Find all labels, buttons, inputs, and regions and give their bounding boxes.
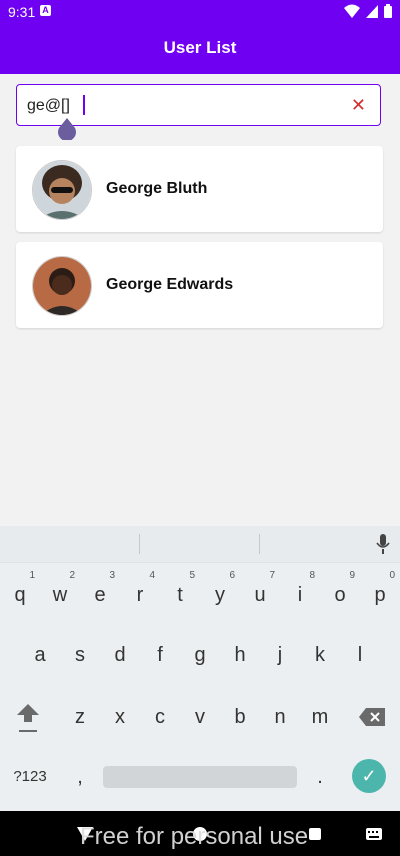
- key-h[interactable]: h: [220, 630, 260, 680]
- key-n[interactable]: n: [260, 692, 300, 742]
- key-m[interactable]: m: [300, 692, 340, 742]
- check-icon[interactable]: ✓: [352, 759, 386, 793]
- notification-icon: A: [40, 5, 51, 16]
- key-b[interactable]: b: [220, 692, 260, 742]
- avatar: [32, 160, 92, 220]
- status-bar: 9:31 A: [0, 0, 400, 24]
- user-name: George Bluth: [106, 180, 208, 197]
- caret-handle[interactable]: [57, 118, 77, 140]
- app-bar: User List: [0, 24, 400, 74]
- key-z[interactable]: z: [60, 692, 100, 742]
- soft-keyboard: q1 w2 e3 r4 t5 y6 u7 i8 o9 p0 a s d f g …: [0, 526, 400, 811]
- space-bar[interactable]: [103, 766, 297, 788]
- shift-icon: [17, 704, 39, 732]
- keyboard-switch-icon[interactable]: [366, 828, 382, 840]
- watermark: Free for personal use: [80, 823, 309, 850]
- recents-icon[interactable]: [308, 827, 322, 841]
- key-o[interactable]: o9: [320, 570, 360, 620]
- backspace-key[interactable]: [352, 692, 392, 742]
- navigation-bar: Free for personal use: [0, 811, 400, 856]
- user-name: George Edwards: [106, 276, 234, 293]
- suggestion-bar: [0, 526, 400, 563]
- key-c[interactable]: c: [140, 692, 180, 742]
- microphone-icon[interactable]: [376, 534, 390, 554]
- key-d[interactable]: d: [100, 630, 140, 680]
- divider: [259, 534, 260, 554]
- keyboard-row-3: z x c v b n m: [0, 692, 400, 742]
- key-e[interactable]: e3: [80, 570, 120, 620]
- status-icons: [344, 4, 392, 18]
- page-title: User List: [163, 38, 237, 57]
- key-i[interactable]: i8: [280, 570, 320, 620]
- key-p[interactable]: p0: [360, 570, 400, 620]
- key-k[interactable]: k: [300, 630, 340, 680]
- key-q[interactable]: q1: [0, 570, 40, 620]
- key-a[interactable]: a: [20, 630, 60, 680]
- wifi-icon: [344, 4, 360, 18]
- key-r[interactable]: r4: [120, 570, 160, 620]
- search-input[interactable]: [27, 95, 327, 117]
- text-caret: [83, 95, 85, 115]
- key-x[interactable]: x: [100, 692, 140, 742]
- signal-icon: [366, 4, 378, 18]
- key-t[interactable]: t5: [160, 570, 200, 620]
- key-l[interactable]: l: [340, 630, 380, 680]
- key-j[interactable]: j: [260, 630, 300, 680]
- user-list: George Bluth George Edwards: [16, 146, 383, 338]
- key-g[interactable]: g: [180, 630, 220, 680]
- key-y[interactable]: y6: [200, 570, 240, 620]
- key-v[interactable]: v: [180, 692, 220, 742]
- status-time: 9:31: [8, 4, 36, 20]
- divider: [139, 534, 140, 554]
- symbols-key[interactable]: ?123: [10, 752, 50, 802]
- list-item[interactable]: George Bluth: [16, 146, 383, 232]
- period-key[interactable]: .: [300, 752, 340, 802]
- key-u[interactable]: u7: [240, 570, 280, 620]
- shift-key[interactable]: [8, 692, 48, 742]
- key-w[interactable]: w2: [40, 570, 80, 620]
- keyboard-row-1: q1 w2 e3 r4 t5 y6 u7 i8 o9 p0: [0, 570, 400, 620]
- comma-key[interactable]: ,: [60, 752, 100, 802]
- list-item[interactable]: George Edwards: [16, 242, 383, 328]
- keyboard-row-2: a s d f g h j k l: [0, 630, 400, 680]
- key-f[interactable]: f: [140, 630, 180, 680]
- backspace-icon: [359, 708, 385, 726]
- battery-icon: [384, 4, 392, 18]
- close-icon[interactable]: ✕: [351, 95, 366, 116]
- key-s[interactable]: s: [60, 630, 100, 680]
- avatar: [32, 256, 92, 316]
